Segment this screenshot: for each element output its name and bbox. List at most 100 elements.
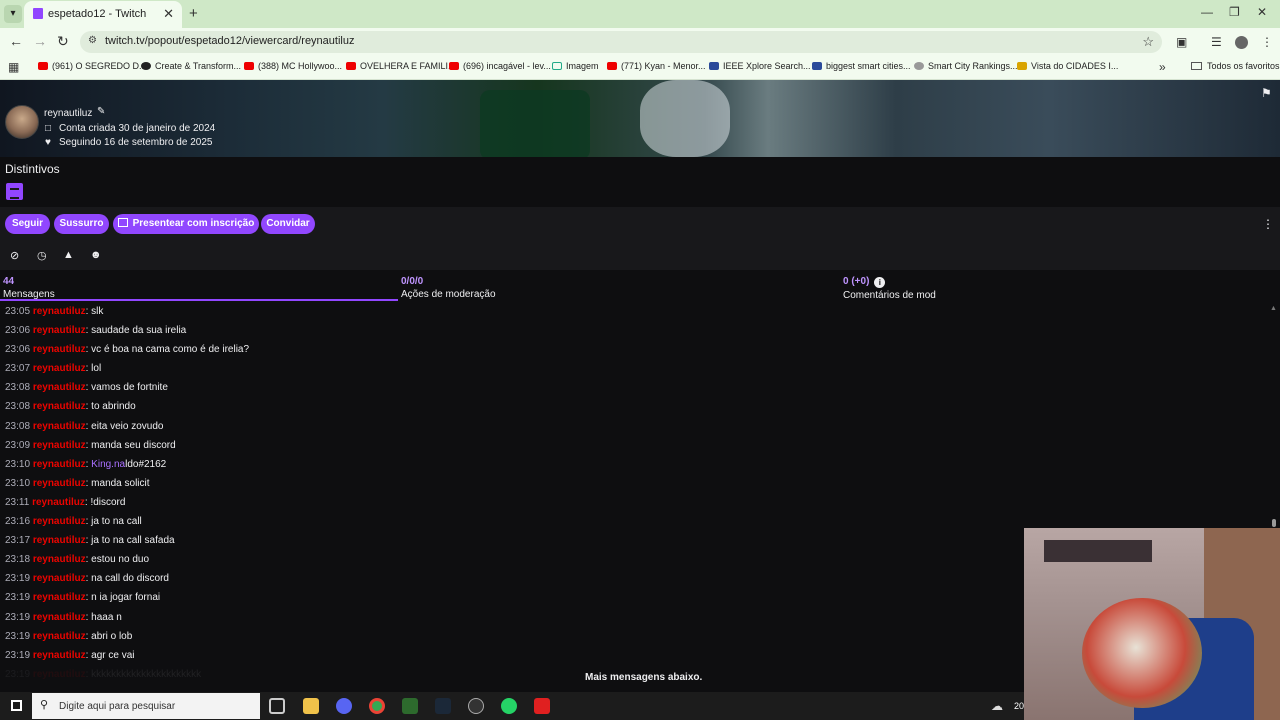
profile-avatar-icon[interactable] — [1235, 36, 1248, 49]
bookmark-item[interactable]: IEEE Xplore Search... — [709, 61, 811, 71]
report-flag-icon[interactable]: ⚑ — [1261, 86, 1272, 100]
steam-icon[interactable] — [435, 698, 451, 714]
forward-arrow-icon[interactable]: → — [33, 33, 47, 49]
bookmark-item[interactable]: (696) incagável - lev... — [449, 61, 551, 71]
chat-message-row[interactable]: 23:09 reynautiluz: manda seu discord — [0, 436, 1024, 455]
all-bookmarks-folder[interactable]: Todos os favoritos — [1191, 61, 1280, 71]
message-username[interactable]: reynautiluz — [33, 363, 86, 374]
restore-icon[interactable]: ❐ — [1229, 5, 1240, 19]
message-username[interactable]: reynautiluz — [33, 516, 86, 527]
whatsapp-icon[interactable] — [501, 698, 517, 714]
address-bar[interactable]: ⚙ twitch.tv/popout/espetado12/viewercard… — [80, 31, 1162, 53]
message-username[interactable]: reynautiluz — [33, 401, 86, 412]
extensions-icon[interactable]: ▣ — [1176, 35, 1187, 49]
chat-message-row[interactable]: 23:10 reynautiluz: King.naldo#2162 — [0, 455, 1024, 474]
message-username[interactable]: reynautiluz — [33, 421, 86, 432]
windows-start-icon[interactable] — [11, 700, 22, 711]
chat-message-row[interactable]: 23:08 reynautiluz: to abrindo — [0, 397, 1024, 416]
tab-close-icon[interactable]: ✕ — [163, 6, 174, 22]
back-arrow-icon[interactable]: ← — [9, 33, 23, 49]
apps-grid-icon[interactable]: ▦ — [8, 60, 19, 74]
message-username[interactable]: reynautiluz — [33, 325, 86, 336]
bookmark-item[interactable]: Vista do CIDADES I... — [1017, 61, 1118, 71]
tab-mod-comments[interactable]: 0 (+0) i Comentários de mod — [843, 276, 936, 301]
chrome-icon[interactable] — [369, 698, 385, 714]
app-icon[interactable] — [534, 698, 550, 714]
task-view-icon[interactable] — [269, 698, 285, 714]
bookmark-star-icon[interactable]: ☆ — [1142, 34, 1154, 50]
chevron-right-icon[interactable]: » — [1159, 60, 1166, 74]
chat-message-row[interactable]: 23:16 reynautiluz: ja to na call — [0, 512, 1024, 531]
chat-message-row[interactable]: 23:08 reynautiluz: vamos de fortnite — [0, 378, 1024, 397]
timeout-clock-icon[interactable]: ◷ — [37, 249, 47, 262]
chat-message-row[interactable]: 23:05 reynautiluz: slk — [0, 302, 1024, 321]
tab-messages[interactable]: 44 Mensagens — [3, 276, 55, 300]
minimize-icon[interactable]: — — [1201, 5, 1213, 19]
bookmark-item[interactable]: OVELHERA E FAMILI... — [346, 61, 456, 71]
bookmark-item[interactable]: (961) O SEGREDO D... — [38, 61, 147, 71]
clock[interactable]: 20 — [1014, 701, 1024, 711]
bookmark-item[interactable]: biggest smart cities... — [812, 61, 911, 71]
obs-icon[interactable] — [468, 698, 484, 714]
message-mention[interactable]: King.na — [91, 459, 125, 470]
browser-tab[interactable]: espetado12 - Twitch ✕ — [24, 1, 182, 28]
gift-sub-button[interactable]: Presentear com inscrição — [113, 214, 259, 234]
message-username[interactable]: reynautiluz — [33, 592, 86, 603]
bookmark-item[interactable]: Smart City Rankings... — [914, 61, 1018, 71]
message-username[interactable]: reynautiluz — [33, 573, 86, 584]
message-username[interactable]: reynautiluz — [33, 382, 86, 393]
invite-button[interactable]: Convidar — [261, 214, 315, 234]
message-username[interactable]: reynautiluz — [33, 478, 86, 489]
taskbar-search[interactable]: ⚲ Digite aqui para pesquisar — [32, 693, 260, 719]
chat-message-row[interactable]: 23:11 reynautiluz: !discord — [0, 493, 1024, 512]
chat-message-row[interactable]: 23:18 reynautiluz: estou no duo — [0, 550, 1024, 569]
message-username[interactable]: reynautiluz — [33, 344, 86, 355]
info-icon[interactable]: i — [874, 277, 886, 288]
bookmark-item[interactable]: (771) Kyan - Menor... — [607, 61, 706, 71]
message-username[interactable]: reynautiluz — [33, 535, 86, 546]
bookmark-item[interactable]: Create & Transform... — [141, 61, 241, 71]
username[interactable]: reynautiluz — [44, 108, 92, 119]
chat-message-row[interactable]: 23:08 reynautiluz: eita veio zovudo — [0, 417, 1024, 436]
weather-icon[interactable]: ☁ — [991, 699, 1003, 713]
message-username[interactable]: reynautiluz — [33, 306, 86, 317]
window-close-icon[interactable]: ✕ — [1257, 5, 1267, 19]
url-text[interactable]: twitch.tv/popout/espetado12/viewercard/r… — [105, 35, 354, 47]
tab-search-dropdown-icon[interactable]: ▾ — [4, 5, 22, 23]
bookmark-item[interactable]: (388) MC Hollywoo... — [244, 61, 342, 71]
add-mod-icon[interactable]: ☻ — [90, 249, 102, 261]
scrollbar-thumb[interactable] — [1272, 519, 1276, 527]
browser-menu-icon[interactable]: ⋮ — [1261, 35, 1273, 49]
more-options-icon[interactable]: ⋮ — [1262, 217, 1274, 231]
chat-message-row[interactable]: 23:19 reynautiluz: n ia jogar fornai — [0, 588, 1024, 607]
discord-icon[interactable] — [336, 698, 352, 714]
message-username[interactable]: reynautiluz — [33, 440, 86, 451]
message-username[interactable]: reynautiluz — [33, 650, 86, 661]
media-controls-icon[interactable]: ☰ — [1211, 35, 1222, 49]
new-tab-plus-icon[interactable]: + — [189, 5, 198, 22]
chat-message-row[interactable]: 23:19 reynautiluz: na call do discord — [0, 569, 1024, 588]
message-username[interactable]: reynautiluz — [32, 497, 85, 508]
message-username[interactable]: reynautiluz — [33, 612, 86, 623]
scroll-up-arrow-icon[interactable]: ▲ — [1270, 305, 1277, 312]
chat-message-row[interactable]: 23:17 reynautiluz: ja to na call safada — [0, 531, 1024, 550]
warn-icon[interactable]: ▲ — [63, 249, 74, 261]
chat-message-row[interactable]: 23:10 reynautiluz: manda solicit — [0, 474, 1024, 493]
message-username[interactable]: reynautiluz — [33, 554, 86, 565]
chat-message-row[interactable]: 23:19 reynautiluz: agr ce vai — [0, 646, 1024, 665]
site-info-icon[interactable]: ⚙ — [88, 35, 97, 46]
whisper-button[interactable]: Sussurro — [54, 214, 109, 234]
bookmark-item[interactable]: Imagem — [552, 61, 599, 71]
subscriber-badge-icon[interactable] — [6, 183, 23, 200]
message-username[interactable]: reynautiluz — [33, 631, 86, 642]
file-explorer-icon[interactable] — [303, 698, 319, 714]
ban-icon[interactable]: ⊘ — [10, 249, 19, 262]
chat-message-row[interactable]: 23:06 reynautiluz: vc é boa na cama como… — [0, 340, 1024, 359]
app-icon[interactable] — [402, 698, 418, 714]
chat-message-row[interactable]: 23:06 reynautiluz: saudade da sua irelia — [0, 321, 1024, 340]
message-username[interactable]: reynautiluz — [33, 459, 86, 470]
user-avatar[interactable] — [5, 105, 39, 139]
follow-button[interactable]: Seguir — [5, 214, 50, 234]
chat-message-row[interactable]: 23:07 reynautiluz: lol — [0, 359, 1024, 378]
chat-message-row[interactable]: 23:19 reynautiluz: abri o lob — [0, 627, 1024, 646]
